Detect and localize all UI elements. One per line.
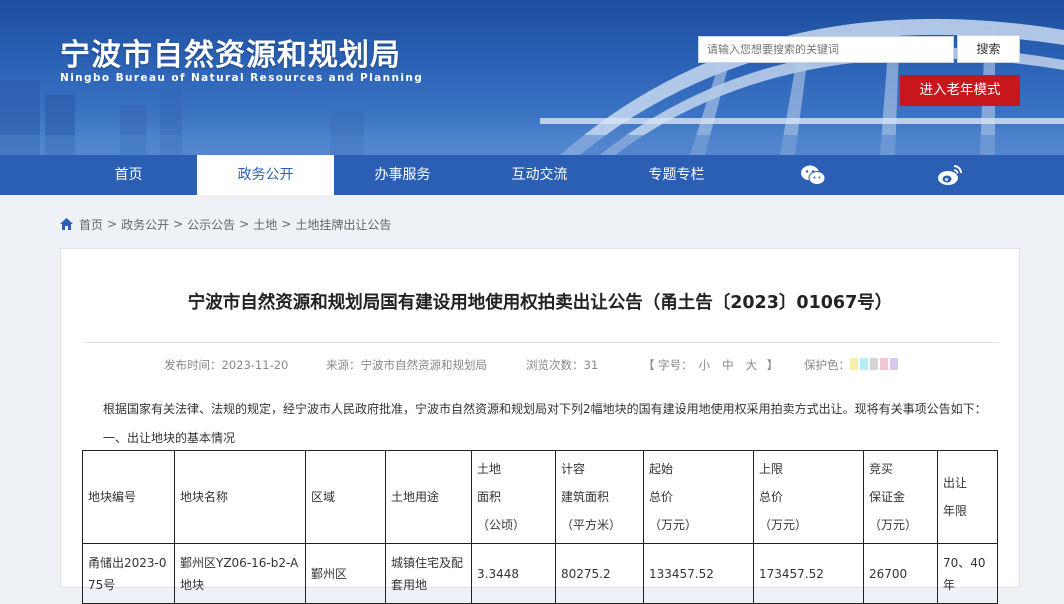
breadcrumb-item-announcements[interactable]: 公示公告 — [187, 216, 235, 233]
eye-care-control: 保护色： — [804, 357, 900, 373]
eye-care-swatch[interactable] — [860, 358, 868, 370]
article-intro: 根据国家有关法律、法规的规定，经宁波市人民政府批准，宁波市自然资源和规划局对下列… — [103, 402, 987, 416]
table-header-cell: 地块名称 — [174, 450, 306, 544]
table-cell: 城镇住宅及配套用地 — [385, 543, 472, 604]
table-header-row: 地块编号 地块名称 区域 土地用途 土地 面积 （公顷） 计容 建筑面积 （平方米） 起… — [82, 450, 998, 544]
view-count: 浏览次数：31 — [526, 358, 599, 372]
table-header-cell: 上限 总价 （万元） — [753, 450, 864, 544]
article-source: 来源：宁波市自然资源和规划局 — [326, 358, 487, 372]
nav-item-special-topics[interactable]: 专题专栏 — [608, 155, 745, 195]
table-cell: 鄞州区 — [305, 543, 386, 604]
table-cell: 甬储出2023-075号 — [82, 543, 175, 604]
home-icon — [60, 218, 73, 230]
breadcrumb-item-land-listing[interactable]: 土地挂牌出让公告 — [295, 216, 391, 233]
table-cell: 3.3448 — [471, 543, 556, 604]
table-cell: 70、40年 — [937, 543, 998, 604]
font-size-medium[interactable]: 中 — [722, 358, 734, 372]
article-title: 宁波市自然资源和规划局国有建设用地使用权拍卖出让公告（甬土告〔2023〕0106… — [187, 293, 893, 313]
table-cell: 26700 — [863, 543, 938, 604]
breadcrumb-separator: > — [173, 217, 184, 231]
table-header-cell: 计容 建筑面积 （平方米） — [555, 450, 644, 544]
font-size-large[interactable]: 大 — [746, 358, 758, 372]
breadcrumb-item-government-affairs[interactable]: 政务公开 — [121, 216, 169, 233]
eye-care-swatch[interactable] — [880, 358, 888, 370]
search-input[interactable] — [698, 36, 954, 63]
table-cell: 173457.52 — [753, 543, 864, 604]
eye-care-label: 保护色： — [804, 358, 850, 372]
eye-care-swatch[interactable] — [870, 358, 878, 370]
font-size-close: 】 — [763, 358, 779, 372]
publish-time: 发布时间：2023-11-20 — [164, 358, 289, 372]
site-header: 宁波市自然资源和规划局 Ningbo Bureau of Natural Res… — [0, 0, 1064, 155]
table-header-cell: 地块编号 — [82, 450, 175, 544]
main-nav: 首页 政务公开 办事服务 互动交流 专题专栏 — [0, 155, 1064, 195]
search-button[interactable]: 搜索 — [957, 35, 1020, 63]
site-subtitle: Ningbo Bureau of Natural Resources and P… — [60, 72, 424, 84]
site-title: 宁波市自然资源和规划局 — [60, 38, 401, 73]
table-cell: 133457.52 — [643, 543, 754, 604]
title-divider — [83, 342, 999, 343]
table-header-cell: 出让 年限 — [937, 450, 998, 544]
breadcrumb: 首页 > 政务公开 > 公示公告 > 土地 > 土地挂牌出让公告 — [60, 215, 391, 233]
table-header-cell: 起始 总价 （万元） — [643, 450, 754, 544]
breadcrumb-separator: > — [107, 217, 118, 231]
nav-item-government-affairs[interactable]: 政务公开 — [197, 155, 334, 195]
nav-item-interaction[interactable]: 互动交流 — [471, 155, 608, 195]
eye-care-swatch[interactable] — [850, 358, 858, 370]
table-header-cell: 竞买 保证金 （万元） — [863, 450, 938, 544]
wechat-icon[interactable] — [800, 163, 826, 187]
table-header-cell: 土地用途 — [385, 450, 472, 544]
font-size-small[interactable]: 小 — [699, 358, 711, 372]
breadcrumb-separator: > — [281, 217, 292, 231]
nav-item-services[interactable]: 办事服务 — [334, 155, 471, 195]
table-row: 甬储出2023-075号 鄞州区YZ06-16-b2-A地块 鄞州区 城镇住宅及… — [82, 543, 998, 604]
breadcrumb-separator: > — [239, 217, 250, 231]
table-cell: 80275.2 — [555, 543, 644, 604]
table-cell: 鄞州区YZ06-16-b2-A地块 — [174, 543, 306, 604]
table-header-cell: 土地 面积 （公顷） — [471, 450, 556, 544]
font-size-label: 【 字号： — [643, 358, 693, 372]
section-heading: 一、出让地块的基本情况 — [103, 431, 236, 445]
nav-item-home[interactable]: 首页 — [60, 155, 197, 195]
breadcrumb-item-land[interactable]: 土地 — [253, 216, 277, 233]
article-panel: 宁波市自然资源和规划局国有建设用地使用权拍卖出让公告（甬土告〔2023〕0106… — [60, 248, 1020, 604]
breadcrumb-item-home[interactable]: 首页 — [79, 216, 103, 233]
table-header-cell: 区域 — [305, 450, 386, 544]
font-size-control: 【 字号： 小中大 】 — [643, 357, 778, 373]
land-parcel-table: 地块编号 地块名称 区域 土地用途 土地 面积 （公顷） 计容 建筑面积 （平方米） 起… — [82, 450, 998, 604]
eye-care-swatch[interactable] — [890, 358, 898, 370]
elder-mode-button[interactable]: 进入老年模式 — [900, 75, 1020, 106]
weibo-icon[interactable] — [937, 163, 963, 187]
